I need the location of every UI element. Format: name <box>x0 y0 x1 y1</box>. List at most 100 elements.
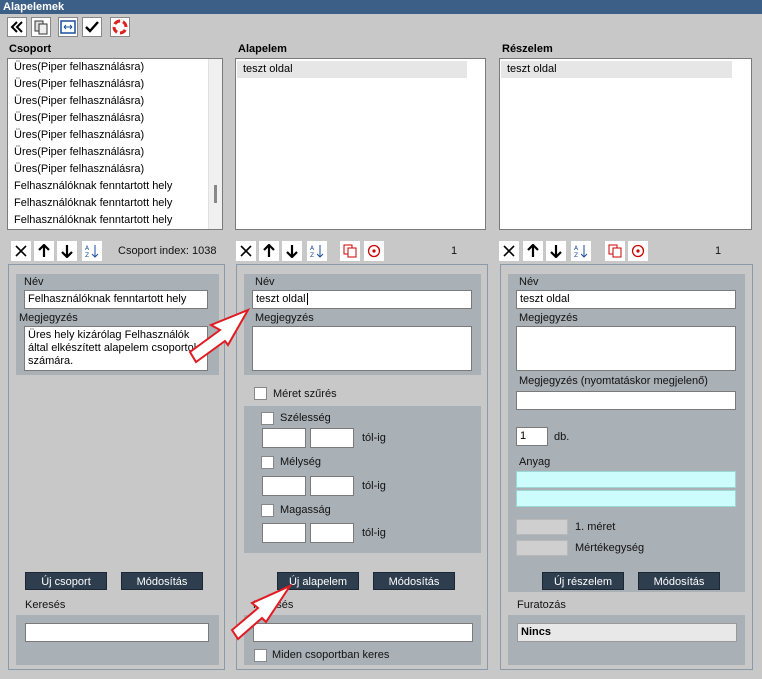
alapelem-modify-button[interactable]: Módosítás <box>373 572 455 590</box>
fit-window-icon[interactable] <box>58 17 78 37</box>
csoport-list[interactable]: Üres(Piper felhasználásra) Üres(Piper fel… <box>7 58 223 230</box>
reszelem-title: Részelem <box>502 43 553 55</box>
delete-icon[interactable] <box>499 241 519 261</box>
new-subitem-button[interactable]: Új részelem <box>542 572 624 590</box>
csoport-megjegyzes-input[interactable]: Üres hely kizárólag Felhasználók által e… <box>24 326 208 371</box>
double-chevron-left-icon[interactable] <box>7 17 27 37</box>
new-group-button[interactable]: Új csoport <box>25 572 107 590</box>
depth-checkbox[interactable] <box>261 456 274 469</box>
arrow-up-icon[interactable] <box>523 241 543 261</box>
list-item[interactable]: Üres(Piper felhasználásra) <box>8 76 208 93</box>
arrow-down-icon[interactable] <box>546 241 566 261</box>
width-to-input[interactable] <box>310 428 354 448</box>
height-from-input[interactable] <box>262 523 306 543</box>
reszelem-megjegyzes-label: Megjegyzés <box>519 312 578 324</box>
width-range-label: tól-ig <box>362 432 386 444</box>
svg-text:Z: Z <box>310 252 314 258</box>
material-label: Anyag <box>519 456 551 468</box>
width-from-input[interactable] <box>262 428 306 448</box>
scrollbar-thumb[interactable] <box>214 185 217 203</box>
size-label: 1. méret <box>575 521 616 533</box>
alapelem-nev-value: teszt oldal <box>256 293 306 305</box>
reszelem-count: 1 <box>715 245 722 257</box>
text-cursor <box>306 293 308 305</box>
arrow-up-icon[interactable] <box>34 241 54 261</box>
alapelem-details: Név teszt oldal Megjegyzés <box>244 274 481 375</box>
quantity-input[interactable]: 1 <box>516 427 548 446</box>
list-item[interactable]: Üres(Piper felhasználásra) <box>8 59 208 76</box>
list-item[interactable]: teszt oldal <box>501 61 732 78</box>
depth-label: Mélység <box>280 456 321 468</box>
list-item[interactable]: Üres(Piper felhasználásra) <box>8 144 208 161</box>
checkmark-icon[interactable] <box>82 17 102 37</box>
svg-text:Z: Z <box>85 252 89 258</box>
width-checkbox[interactable] <box>261 412 274 425</box>
list-item[interactable]: teszt oldal <box>237 61 467 78</box>
reszelem-list[interactable]: teszt oldal <box>499 58 752 230</box>
csoport-scrollbar[interactable] <box>208 59 222 229</box>
arrow-down-icon[interactable] <box>282 241 302 261</box>
size-filter-checkbox[interactable] <box>254 387 267 400</box>
list-item[interactable]: Üres(Piper felhasználásra) <box>8 93 208 110</box>
lifebuoy-icon[interactable] <box>110 17 130 37</box>
arrow-down-icon[interactable] <box>57 241 77 261</box>
new-item-button[interactable]: Új alapelem <box>277 572 359 590</box>
csoport-search-label: Keresés <box>25 599 66 611</box>
csoport-megjegyzes-label: Megjegyzés <box>19 312 78 324</box>
list-item[interactable]: Felhasználóknak fenntartott hely <box>8 195 208 212</box>
copy-icon[interactable] <box>340 241 360 261</box>
csoport-nev-label: Név <box>24 276 44 288</box>
unit-field[interactable] <box>516 540 568 556</box>
reszelem-nev-input[interactable]: teszt oldal <box>516 290 736 309</box>
csoport-index-value: 1038 <box>192 245 217 257</box>
alapelem-search-input[interactable] <box>253 623 473 642</box>
sort-az-icon[interactable]: AZ <box>571 241 591 261</box>
reszelem-modify-button[interactable]: Módosítás <box>638 572 720 590</box>
csoport-search-input[interactable] <box>25 623 209 642</box>
svg-text:A: A <box>574 245 579 252</box>
alapelem-megjegyzes-input[interactable] <box>252 326 472 371</box>
csoport-nev-input[interactable]: Felhasználóknak fenntartott hely <box>24 290 208 309</box>
depth-range-label: tól-ig <box>362 480 386 492</box>
svg-text:A: A <box>85 245 90 252</box>
list-item[interactable]: Felhasználóknak fenntartott hely <box>8 212 208 229</box>
depth-to-input[interactable] <box>310 476 354 496</box>
sort-az-icon[interactable]: AZ <box>82 241 102 261</box>
sort-az-icon[interactable]: AZ <box>307 241 327 261</box>
drilling-value[interactable]: Nincs <box>517 623 737 642</box>
list-item[interactable]: Üres(Piper felhasználásra) <box>8 161 208 178</box>
reszelem-nev-label: Név <box>519 276 539 288</box>
print-note-input[interactable] <box>516 391 736 410</box>
size-filter-area: Szélesség tól-ig Mélység tól-ig Magasság… <box>244 406 481 553</box>
reszelem-megjegyzes-input[interactable] <box>516 326 736 371</box>
height-checkbox[interactable] <box>261 504 274 517</box>
alapelem-list[interactable]: teszt oldal <box>235 58 486 230</box>
alapelem-title: Alapelem <box>238 43 287 55</box>
material-field-1[interactable] <box>516 471 736 488</box>
drilling-area: Nincs <box>508 615 745 665</box>
size-field[interactable] <box>516 519 568 535</box>
size-filter-label: Méret szűrés <box>273 388 337 400</box>
csoport-title: Csoport <box>9 43 52 55</box>
delete-icon[interactable] <box>11 241 31 261</box>
target-icon[interactable] <box>628 241 648 261</box>
alapelem-search-label: Keresés <box>253 599 294 611</box>
list-item[interactable]: Üres(Piper felhasználásra) <box>8 110 208 127</box>
csoport-modify-button[interactable]: Módosítás <box>121 572 203 590</box>
copy-pages-icon[interactable] <box>31 17 51 37</box>
alapelem-nev-input[interactable]: teszt oldal <box>252 290 472 309</box>
material-field-2[interactable] <box>516 490 736 507</box>
list-item[interactable]: Felhasználóknak fenntartott hely <box>8 178 208 195</box>
copy-icon[interactable] <box>605 241 625 261</box>
target-icon[interactable] <box>364 241 384 261</box>
csoport-details: Név Felhasználóknak fenntartott hely Meg… <box>16 274 219 375</box>
alapelem-panel: Név teszt oldal Megjegyzés Méret szűrés … <box>236 264 488 670</box>
delete-icon[interactable] <box>236 241 256 261</box>
all-groups-checkbox[interactable] <box>254 649 267 662</box>
height-to-input[interactable] <box>310 523 354 543</box>
list-item[interactable]: Üres(Piper felhasználásra) <box>8 127 208 144</box>
depth-from-input[interactable] <box>262 476 306 496</box>
arrow-up-icon[interactable] <box>259 241 279 261</box>
drilling-label: Furatozás <box>517 599 566 611</box>
csoport-search-area <box>16 615 219 665</box>
